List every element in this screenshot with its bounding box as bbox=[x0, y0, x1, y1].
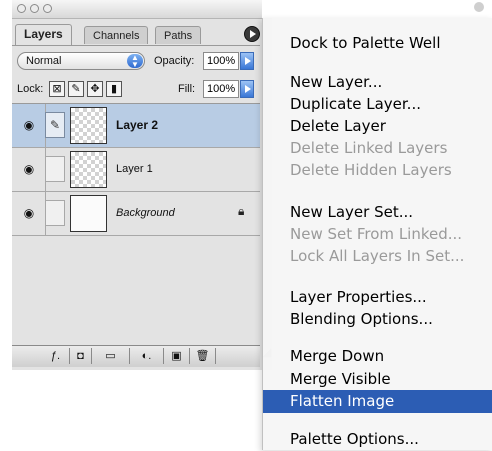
lock-row: Lock: ⊠ ✎ ✥ ▮ Fill: 100% bbox=[12, 80, 272, 100]
layer-row-layer-1[interactable]: ◉ Layer 1 bbox=[12, 148, 260, 192]
eye-icon[interactable]: ◉ bbox=[18, 162, 40, 176]
new-layer-icon[interactable]: ▣ bbox=[164, 348, 190, 364]
menu-item-duplicate-layer[interactable]: Duplicate Layer... bbox=[263, 93, 492, 116]
fill-slider-button[interactable] bbox=[240, 80, 254, 98]
menu-item-delete-linked-layers: Delete Linked Layers bbox=[290, 139, 448, 157]
tab-paths[interactable]: Paths bbox=[155, 26, 202, 44]
palette-bottom-toolbar: ƒ. ◘ ▭ ◐. ▣ 🗑︎ bbox=[12, 345, 260, 367]
menu-item-merge-visible[interactable]: Merge Visible bbox=[263, 368, 492, 391]
menu-item-new-layer-set[interactable]: New Layer Set... bbox=[263, 201, 492, 224]
lock-position-move-icon[interactable]: ✥ bbox=[87, 81, 103, 97]
layers-palette: Layers Channels Paths Normal ▲ ▼ Opacity:… bbox=[12, 0, 272, 370]
lock-label: Lock: bbox=[17, 83, 44, 95]
layer-row-background[interactable]: ◉ Background 🔒︎ bbox=[12, 192, 260, 236]
layer-name[interactable]: Layer 1 bbox=[116, 161, 153, 177]
layers-palette-menu: Dock to Palette Well New Layer... Duplic… bbox=[262, 18, 492, 450]
paint-brush-icon: ✎ bbox=[49, 118, 61, 132]
opacity-label: Opacity: bbox=[154, 55, 195, 67]
lock-all-padlock-icon[interactable]: ▮ bbox=[106, 81, 122, 97]
menu-item-delete-hidden-layers: Delete Hidden Layers bbox=[290, 161, 452, 179]
menu-top-background bbox=[262, 0, 492, 18]
visibility-cell[interactable]: ◉ bbox=[12, 148, 46, 191]
visibility-cell[interactable]: ◉ bbox=[12, 104, 46, 147]
menu-item-new-layer[interactable]: New Layer... bbox=[263, 71, 492, 94]
link-cell[interactable]: ✎ bbox=[45, 112, 65, 138]
lock-paint-brush-icon[interactable]: ✎ bbox=[68, 81, 84, 97]
layer-row-layer-2[interactable]: ◉ ✎ Layer 2 bbox=[12, 104, 260, 148]
palette-titlebar bbox=[12, 0, 272, 19]
palette-tabs: Layers Channels Paths bbox=[12, 18, 272, 46]
tab-layers[interactable]: Layers bbox=[15, 24, 72, 45]
layer-thumbnail bbox=[70, 107, 107, 144]
tabs-divider bbox=[12, 45, 260, 46]
layer-name[interactable]: Background bbox=[116, 205, 175, 221]
new-set-folder-icon[interactable]: ▭ bbox=[92, 348, 130, 364]
blend-mode-value: Normal bbox=[26, 55, 62, 67]
adjustment-layer-icon[interactable]: ◐. bbox=[130, 348, 164, 364]
menu-item-blending-options[interactable]: Blending Options... bbox=[263, 308, 492, 331]
minimize-button[interactable] bbox=[30, 4, 39, 13]
padlock-icon: 🔒︎ bbox=[238, 204, 245, 218]
tab-channels[interactable]: Channels bbox=[84, 26, 149, 44]
updown-arrows-icon: ▲ ▼ bbox=[127, 54, 143, 69]
menu-item-delete-layer[interactable]: Delete Layer bbox=[263, 115, 492, 138]
layer-mask-icon[interactable]: ◘ bbox=[70, 348, 92, 364]
blend-mode-select[interactable]: Normal ▲ ▼ bbox=[17, 52, 145, 70]
menu-item-palette-options[interactable]: Palette Options... bbox=[263, 428, 492, 451]
lock-transparency-icon[interactable]: ⊠ bbox=[49, 81, 65, 97]
palette-menu-button[interactable] bbox=[244, 26, 260, 42]
eye-icon[interactable]: ◉ bbox=[18, 206, 40, 220]
visibility-cell[interactable]: ◉ bbox=[12, 192, 46, 235]
opacity-input[interactable]: 100% bbox=[203, 52, 239, 70]
menu-item-merge-down[interactable]: Merge Down bbox=[263, 345, 492, 368]
menu-item-lock-all-layers-in-set: Lock All Layers In Set... bbox=[290, 247, 465, 265]
eye-icon[interactable]: ◉ bbox=[18, 118, 40, 132]
fill-input[interactable]: 100% bbox=[203, 80, 239, 98]
link-cell[interactable] bbox=[45, 156, 65, 182]
layer-thumbnail bbox=[70, 195, 107, 232]
fill-label: Fill: bbox=[178, 83, 196, 95]
window-dot-icon bbox=[474, 2, 484, 12]
menu-item-flatten-image[interactable]: Flatten Image bbox=[263, 390, 492, 413]
layer-thumbnail bbox=[70, 151, 107, 188]
link-cell[interactable] bbox=[45, 200, 65, 226]
menu-item-layer-properties[interactable]: Layer Properties... bbox=[263, 286, 492, 309]
layer-name[interactable]: Layer 2 bbox=[116, 117, 158, 133]
menu-item-dock-to-palette-well[interactable]: Dock to Palette Well bbox=[263, 32, 492, 55]
layers-list: ◉ ✎ Layer 2 ◉ Layer 1 ◉ Background 🔒︎ bbox=[12, 104, 260, 344]
zoom-button[interactable] bbox=[43, 4, 52, 13]
trash-icon[interactable]: 🗑︎ bbox=[190, 348, 216, 364]
blend-row: Normal ▲ ▼ Opacity: 100% bbox=[12, 52, 272, 72]
opacity-slider-button[interactable] bbox=[240, 52, 254, 70]
close-button[interactable] bbox=[17, 4, 26, 13]
layer-style-icon[interactable]: ƒ. bbox=[42, 348, 70, 364]
menu-item-new-set-from-linked: New Set From Linked... bbox=[290, 225, 463, 243]
